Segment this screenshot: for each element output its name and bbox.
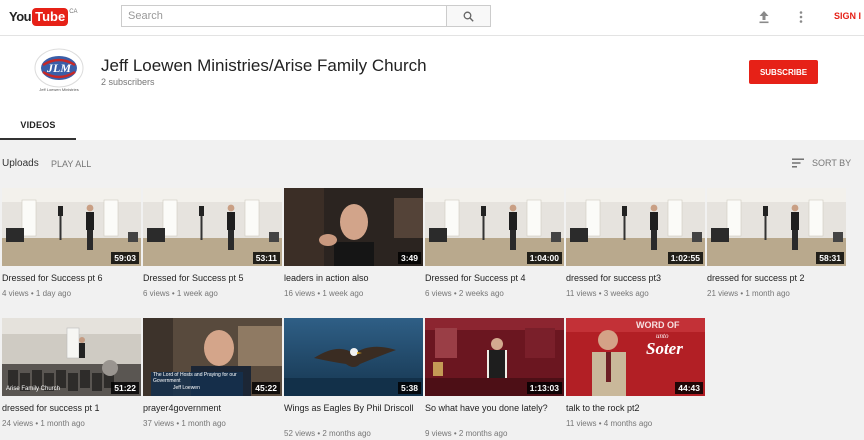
video-duration: 1:13:03 — [526, 382, 562, 394]
video-thumbnail[interactable]: 53:11 — [143, 188, 282, 266]
video-meta: 52 views • 2 months ago — [284, 429, 371, 438]
channel-avatar[interactable]: JLM Jeff Loewen Ministries — [33, 47, 85, 93]
video-meta: 21 views • 1 month ago — [707, 289, 790, 298]
video-thumbnail[interactable]: 59:03 — [2, 188, 141, 266]
search-button[interactable] — [447, 5, 491, 27]
video-duration: 58:31 — [816, 252, 844, 264]
video-meta: 24 views • 1 month ago — [2, 419, 85, 428]
thumbnail-caption: Arise Family Church — [6, 386, 61, 392]
video-title[interactable]: talk to the rock pt2 — [566, 403, 705, 414]
video-duration: 1:04:00 — [526, 252, 562, 264]
video-thumbnail[interactable]: 1:13:03 — [425, 318, 564, 396]
more-options-icon[interactable] — [794, 9, 808, 25]
video-title[interactable]: Dressed for Success pt 4 — [425, 273, 564, 284]
video-duration: 45:22 — [252, 382, 280, 394]
video-meta: 37 views • 1 month ago — [143, 419, 226, 428]
logo-you: You — [9, 9, 32, 24]
logo-tube: Tube — [32, 8, 69, 26]
video-duration: 53:11 — [252, 252, 280, 264]
video-title[interactable]: Dressed for Success pt 6 — [2, 273, 141, 284]
logo-region: CA — [69, 9, 78, 15]
video-meta: 11 views • 4 months ago — [566, 419, 653, 428]
svg-text:Soter: Soter — [646, 339, 683, 358]
video-meta: 6 views • 1 week ago — [143, 289, 218, 298]
video-meta: 6 views • 2 weeks ago — [425, 289, 504, 298]
video-duration: 5:38 — [397, 382, 421, 394]
video-duration: 44:43 — [675, 382, 703, 394]
sign-in-link[interactable]: SIGN I — [834, 11, 861, 21]
search-icon — [463, 11, 474, 22]
thumbnail-caption: The Lord of Hosts and Praying for our Go… — [153, 372, 237, 384]
video-duration: 51:22 — [111, 382, 139, 394]
video-meta: 11 views • 3 weeks ago — [566, 289, 649, 298]
video-title[interactable]: dressed for success pt 1 — [2, 403, 141, 414]
video-title[interactable]: Wings as Eagles By Phil Driscoll — [284, 403, 423, 414]
channel-header — [0, 36, 864, 140]
thumbnail-subcaption: Jeff Loewen — [173, 385, 200, 391]
subscriber-count: 2 subscribers — [101, 77, 155, 87]
youtube-logo[interactable]: You Tube CA — [9, 8, 78, 26]
play-all-link[interactable]: PLAY ALL — [51, 159, 91, 169]
subscribe-button[interactable]: SUBSCRIBE — [749, 60, 818, 84]
channel-title: Jeff Loewen Ministries/Arise Family Chur… — [101, 56, 427, 75]
video-title[interactable]: leaders in action also — [284, 273, 423, 284]
search-input[interactable]: Search — [121, 5, 447, 27]
video-duration: 1:02:55 — [667, 252, 703, 264]
video-title[interactable]: So what have you done lately? — [425, 403, 564, 414]
sort-icon[interactable] — [792, 158, 805, 168]
video-thumbnail[interactable]: 1:04:00 — [425, 188, 564, 266]
upload-icon[interactable] — [757, 9, 771, 25]
video-thumbnail[interactable]: 3:49 — [284, 188, 423, 266]
video-thumbnail[interactable]: The Lord of Hosts and Praying for our Go… — [143, 318, 282, 396]
uploads-heading: Uploads — [2, 158, 39, 169]
video-title[interactable]: prayer4government — [143, 403, 282, 414]
video-title[interactable]: Dressed for Success pt 5 — [143, 273, 282, 284]
video-thumbnail[interactable]: 5:38 — [284, 318, 423, 396]
video-title[interactable]: dressed for success pt3 — [566, 273, 705, 284]
video-thumbnail[interactable]: WORD OF unto Soter 44:43 — [566, 318, 705, 396]
video-meta: 16 views • 1 week ago — [284, 289, 364, 298]
sort-by-button[interactable]: SORT BY — [812, 158, 851, 168]
tab-videos[interactable]: VIDEOS — [0, 112, 76, 140]
video-duration: 3:49 — [397, 252, 421, 264]
video-duration: 59:03 — [111, 252, 139, 264]
video-meta: 4 views • 1 day ago — [2, 289, 72, 298]
svg-text:WORD OF: WORD OF — [636, 320, 680, 330]
video-thumbnail[interactable]: Arise Family Church 51:22 — [2, 318, 141, 396]
video-title[interactable]: dressed for success pt 2 — [707, 273, 846, 284]
avatar-caption: Jeff Loewen Ministries — [39, 87, 79, 92]
avatar-text: JLM — [46, 61, 71, 75]
video-thumbnail[interactable]: 1:02:55 — [566, 188, 705, 266]
video-meta: 9 views • 2 months ago — [425, 429, 508, 438]
video-thumbnail[interactable]: 58:31 — [707, 188, 846, 266]
masthead: You Tube CA Search SIGN I — [0, 0, 864, 36]
